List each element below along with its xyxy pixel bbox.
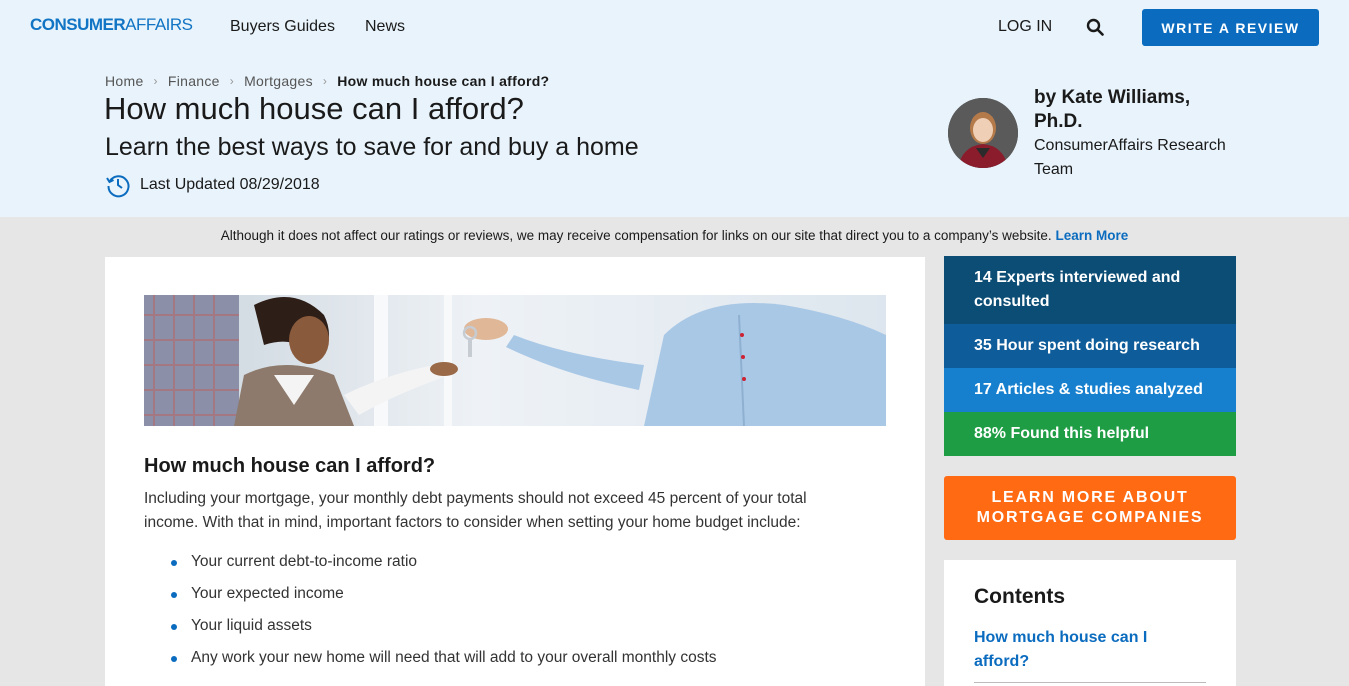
stat-helpful-text: 88% Found this helpful — [974, 425, 1150, 442]
login-link[interactable]: LOG IN — [998, 18, 1052, 36]
breadcrumb-current: How much house can I afford? — [337, 73, 550, 89]
affiliate-disclaimer: Although it does not affect our ratings … — [0, 228, 1349, 243]
page-title: How much house can I afford? — [104, 91, 524, 126]
history-clock-icon — [106, 175, 130, 198]
breadcrumb-mortgages[interactable]: Mortgages — [244, 73, 313, 89]
article-heading: How much house can I afford? — [144, 455, 436, 477]
author-avatar[interactable] — [948, 98, 1018, 168]
stat-experts-text: 14 Experts interviewed and consulted — [974, 269, 1181, 310]
breadcrumb-finance[interactable]: Finance — [168, 73, 220, 89]
learn-more-link[interactable]: Learn More — [1055, 228, 1128, 243]
chevron-right-icon: › — [322, 74, 328, 88]
last-updated-text: Last Updated 08/29/2018 — [140, 176, 320, 193]
cta-line-1: LEARN MORE ABOUT — [991, 489, 1189, 506]
page-subtitle: Learn the best ways to save for and buy … — [105, 133, 639, 161]
search-icon[interactable] — [1086, 18, 1104, 36]
author-team: ConsumerAffairs Research Team — [1034, 137, 1226, 178]
stat-helpful: 88% Found this helpful — [944, 412, 1236, 456]
list-item: Any work your new home will need that wi… — [171, 646, 717, 678]
stat-hours-text: 35 Hour spent doing research — [974, 337, 1200, 354]
stat-articles-text: 17 Articles & studies analyzed — [974, 381, 1203, 398]
consumeraffairs-logo[interactable]: CONSUMERAFFAIRS — [30, 15, 193, 35]
article-paragraph: Including your mortgage, your monthly de… — [144, 490, 807, 531]
factor-list: Your current debt-to-income ratio Your e… — [171, 550, 717, 678]
list-item: Your liquid assets — [171, 614, 717, 646]
cta-line-2: MORTGAGE COMPANIES — [976, 509, 1204, 526]
article-body: How much house can I afford? Including y… — [105, 257, 925, 686]
write-review-button[interactable]: WRITE A REVIEW — [1142, 9, 1319, 46]
stat-hours: 35 Hour spent doing research — [944, 324, 1236, 368]
list-item: Your expected income — [171, 582, 717, 614]
table-of-contents: Contents How much house can I afford? — [944, 560, 1236, 686]
contents-item[interactable]: How much house can I afford? — [974, 626, 1174, 674]
divider — [974, 682, 1206, 683]
chevron-right-icon: › — [153, 74, 158, 88]
logo-bold-text: CONSUMER — [30, 15, 126, 34]
author-name[interactable]: by Kate Williams, Ph.D. — [1034, 86, 1234, 134]
hero-image-key-handover — [144, 295, 886, 426]
logo-thin-text: AFFAIRS — [125, 15, 193, 34]
last-updated: Last Updated 08/29/2018 — [105, 172, 320, 198]
breadcrumb: Home › Finance › Mortgages › How much ho… — [105, 73, 549, 89]
chevron-right-icon: › — [229, 74, 235, 88]
contents-title: Contents — [974, 585, 1065, 608]
stat-experts: 14 Experts interviewed and consulted — [944, 256, 1236, 324]
nav-news[interactable]: News — [365, 18, 405, 36]
nav-buyers-guides[interactable]: Buyers Guides — [230, 18, 335, 36]
breadcrumb-home[interactable]: Home — [105, 73, 144, 89]
site-header: CONSUMERAFFAIRS Buyers Guides News LOG I… — [0, 0, 1349, 217]
learn-more-mortgage-button[interactable]: LEARN MORE ABOUT MORTGAGE COMPANIES — [944, 476, 1236, 540]
stat-articles: 17 Articles & studies analyzed — [944, 368, 1236, 412]
disclaimer-text: Although it does not affect our ratings … — [220, 228, 1052, 243]
list-item: Your current debt-to-income ratio — [171, 550, 717, 582]
